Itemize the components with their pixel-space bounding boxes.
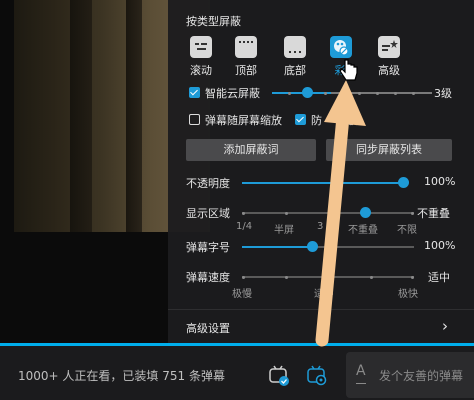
danmaku-toggle-icon xyxy=(269,365,289,386)
display-area-value: 不重叠 xyxy=(417,207,450,220)
chevron-right-icon[interactable]: › xyxy=(442,317,448,335)
text-style-icon[interactable]: A xyxy=(356,363,366,379)
slider-step xyxy=(242,212,245,215)
opacity-value: 100% xyxy=(424,175,456,188)
bottom-danmaku-icon xyxy=(289,51,301,53)
advanced-settings-label[interactable]: 高级设置 xyxy=(186,320,230,336)
slider-step xyxy=(411,276,414,279)
slider-step xyxy=(411,212,414,215)
smart-cloud-checkbox[interactable] xyxy=(189,87,200,98)
display-area-tick: 半屏 xyxy=(274,225,294,236)
follow-scale-checkbox[interactable] xyxy=(189,114,200,125)
add-block-word-button[interactable]: 添加屏蔽词 xyxy=(186,139,316,161)
display-area-label: 显示区域 xyxy=(186,207,230,220)
color-danmaku-button[interactable] xyxy=(330,36,352,58)
danmaku-toggle-button[interactable] xyxy=(268,365,290,387)
slider-step xyxy=(376,92,379,95)
slider-step xyxy=(412,92,415,95)
danmaku-input-placeholder: 发个友善的弹幕 xyxy=(379,369,464,383)
top-danmaku-icon xyxy=(239,41,253,43)
speed-label: 弹幕速度 xyxy=(186,271,230,284)
follow-scale-label: 弹幕随屏幕缩放 xyxy=(205,114,282,127)
font-size-label: 弹幕字号 xyxy=(186,241,230,254)
slider-step xyxy=(394,92,397,95)
slider-step xyxy=(242,276,245,279)
scroll-danmaku-button[interactable] xyxy=(190,36,212,58)
speed-value: 适中 xyxy=(428,271,450,284)
smart-cloud-label: 智能云屏蔽 xyxy=(205,87,260,100)
slider-step xyxy=(370,276,373,279)
video-frame-detail xyxy=(126,0,142,232)
display-area-tick: 1/4 xyxy=(236,221,253,232)
color-danmaku-icon xyxy=(334,40,349,56)
speed-tick: 极快 xyxy=(398,289,418,300)
viewer-count: 1000+ 人正在看，已装填 751 条弹幕 xyxy=(18,369,225,383)
advanced-danmaku-icon xyxy=(382,40,398,51)
opacity-label: 不透明度 xyxy=(186,177,230,190)
text-style-underline xyxy=(356,383,366,384)
opacity-slider-knob[interactable] xyxy=(398,177,409,188)
danmaku-settings-icon xyxy=(307,365,327,386)
display-area-tick: 不限 xyxy=(397,225,417,236)
slider-step xyxy=(285,212,288,215)
type-label-top: 顶部 xyxy=(235,64,257,77)
type-label-advanced: 高级 xyxy=(378,64,400,77)
block-by-type-title: 按类型屏蔽 xyxy=(186,15,241,28)
font-size-value: 100% xyxy=(424,239,456,252)
scroll-danmaku-icon xyxy=(195,43,207,50)
type-label-scroll: 滚动 xyxy=(190,64,212,77)
smart-cloud-level: 3级 xyxy=(434,87,452,100)
hand-cursor-icon xyxy=(339,59,358,81)
slider-step xyxy=(285,276,288,279)
danmaku-settings-button[interactable] xyxy=(306,365,328,387)
advanced-danmaku-button[interactable] xyxy=(378,36,400,58)
type-label-bottom: 底部 xyxy=(284,64,306,77)
top-danmaku-button[interactable] xyxy=(235,36,257,58)
annotation-arrow xyxy=(315,80,366,347)
video-frame-detail xyxy=(70,0,92,232)
speed-tick: 极慢 xyxy=(232,289,252,300)
bottom-danmaku-button[interactable] xyxy=(284,36,306,58)
slider-step xyxy=(288,92,291,95)
